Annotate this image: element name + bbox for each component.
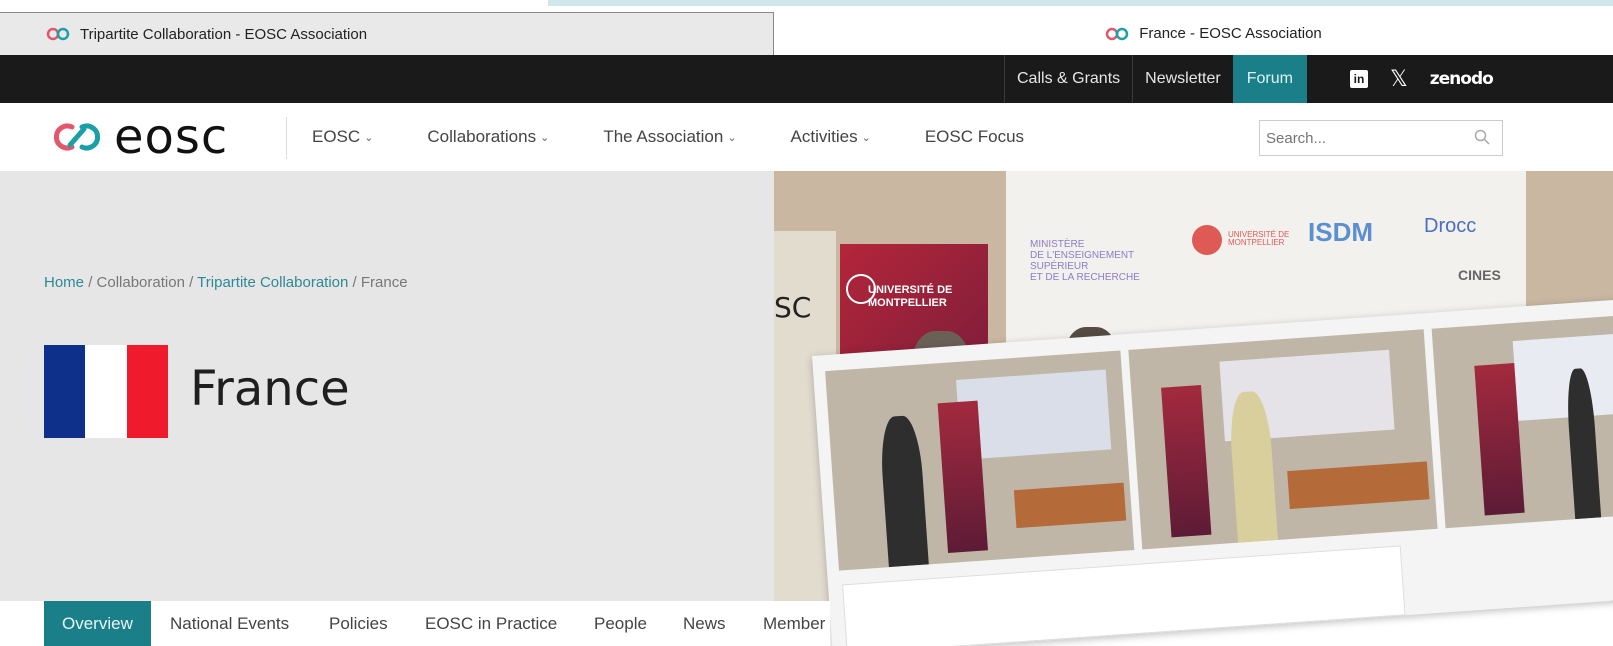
browser-tab-title: France - EOSC Association — [1139, 25, 1322, 42]
calls-grants-link[interactable]: Calls & Grants — [1004, 55, 1132, 103]
page-subtabs: Overview National Events Policies EOSC i… — [0, 601, 830, 646]
breadcrumb-current: France — [360, 274, 408, 291]
um-logo-icon — [1192, 225, 1222, 255]
nav-item-label: Activities — [790, 127, 858, 146]
search-icon[interactable] — [1474, 129, 1490, 145]
search-box — [1259, 120, 1503, 156]
tab-member[interactable]: Member — [763, 601, 825, 646]
breadcrumb-home[interactable]: Home — [44, 274, 84, 291]
tab-news[interactable]: News — [683, 601, 726, 646]
university-banner-text: UNIVERSITÉ DE MONTPELLIER — [868, 284, 953, 309]
page-title: France — [190, 361, 350, 417]
tab-policies[interactable]: Policies — [329, 601, 388, 646]
photo-collage — [812, 297, 1613, 646]
collage-photo — [825, 350, 1135, 571]
um-logo-text: UNIVERSITÉ DE MONTPELLIER — [1228, 230, 1290, 247]
chevron-down-icon: ⌄ — [364, 131, 374, 144]
utility-links: Calls & Grants Newsletter Forum — [1004, 55, 1307, 103]
newsletter-link[interactable]: Newsletter — [1132, 55, 1233, 103]
social-links: in 𝕏 zenodo — [1350, 55, 1494, 103]
linkedin-icon[interactable]: in — [1350, 70, 1368, 88]
tab-overview[interactable]: Overview — [44, 601, 151, 646]
tab-eosc-in-practice[interactable]: EOSC in Practice — [425, 601, 557, 646]
nav-item-label: EOSC Focus — [924, 127, 1025, 146]
ministry-logo-text: MINISTÈRE DE L'ENSEIGNEMENT SUPÉRIEUR ET… — [1030, 239, 1140, 283]
collage-photo — [1128, 329, 1438, 550]
utility-bar: Calls & Grants Newsletter Forum in 𝕏 zen… — [0, 55, 1613, 103]
logo-wordmark: eosc — [114, 109, 229, 165]
breadcrumb-collaboration: Collaboration — [96, 274, 185, 291]
nav-item-label: Collaborations — [427, 127, 537, 146]
france-flag-icon — [44, 345, 168, 438]
eosc-favicon-icon — [1105, 27, 1131, 41]
main-navigation: eosc EOSC ⌄ Collaborations ⌄ The Associati… — [0, 103, 1613, 171]
nav-item-the-association[interactable]: The Association ⌄ — [603, 127, 736, 147]
chevron-down-icon: ⌄ — [727, 131, 737, 144]
nav-item-collaborations[interactable]: Collaborations ⌄ — [427, 127, 549, 147]
x-icon[interactable]: 𝕏 — [1390, 67, 1408, 92]
eosc-favicon-icon — [46, 27, 72, 41]
breadcrumb: Home / Collaboration / Tripartite Collab… — [44, 274, 408, 291]
nav-menu: EOSC ⌄ Collaborations ⌄ The Association ⌄ A… — [312, 103, 1078, 171]
nav-divider — [286, 117, 287, 159]
chevron-down-icon: ⌄ — [540, 131, 550, 144]
forum-link[interactable]: Forum — [1232, 55, 1307, 103]
nav-item-label: The Association — [603, 127, 724, 146]
eosc-logo[interactable]: eosc — [46, 109, 229, 165]
breadcrumb-tripartite[interactable]: Tripartite Collaboration — [197, 274, 348, 291]
drocc-logo: Drocc — [1424, 215, 1477, 237]
browser-tab-france[interactable]: France - EOSC Association — [774, 12, 1613, 55]
nav-item-activities[interactable]: Activities ⌄ — [791, 127, 871, 147]
tab-national-events[interactable]: National Events — [170, 601, 289, 646]
zenodo-icon[interactable]: zenodo — [1430, 69, 1494, 89]
cines-logo: CINES — [1458, 267, 1501, 283]
browser-tab-title: Tripartite Collaboration - EOSC Associat… — [80, 25, 368, 43]
top-accent-strip — [548, 0, 1613, 6]
nav-item-label: EOSC — [312, 127, 361, 146]
tab-people[interactable]: People — [594, 601, 647, 646]
collage-photo — [1431, 313, 1613, 529]
nav-item-eosc-focus[interactable]: EOSC Focus — [925, 127, 1024, 147]
nav-item-eosc[interactable]: EOSC ⌄ — [312, 127, 373, 147]
browser-tab-tripartite[interactable]: Tripartite Collaboration - EOSC Associat… — [0, 12, 774, 55]
eosc-logo-icon — [53, 123, 101, 151]
hero-section: Home / Collaboration / Tripartite Collab… — [0, 171, 774, 601]
chevron-down-icon: ⌄ — [861, 131, 871, 144]
search-input[interactable] — [1260, 121, 1460, 155]
photo-sc-text: SC — [774, 291, 812, 324]
isdm-logo: ISDM — [1308, 217, 1373, 247]
